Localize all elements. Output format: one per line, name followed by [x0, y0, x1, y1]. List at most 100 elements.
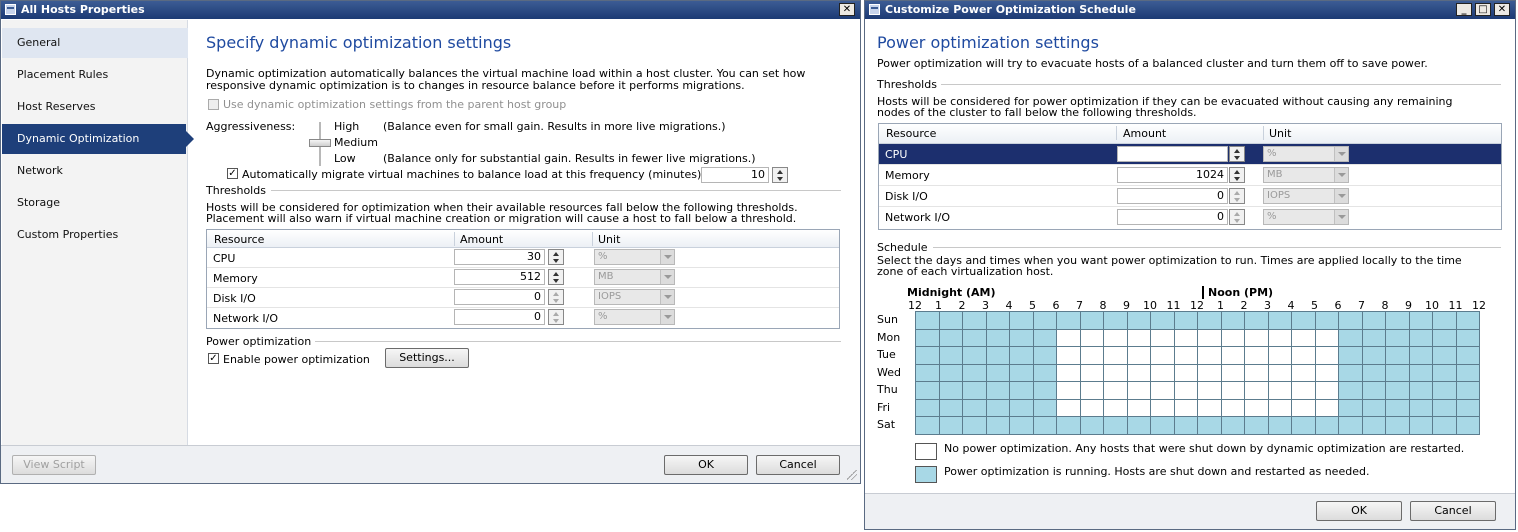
- schedule-cell[interactable]: [1032, 311, 1057, 330]
- schedule-cell[interactable]: [1126, 381, 1151, 400]
- schedule-cell[interactable]: [1056, 363, 1081, 382]
- schedule-cell[interactable]: [1267, 328, 1292, 347]
- schedule-cell[interactable]: [1338, 328, 1363, 347]
- schedule-cell[interactable]: [1267, 311, 1292, 330]
- schedule-cell[interactable]: [1338, 311, 1363, 330]
- schedule-cell[interactable]: [915, 381, 940, 400]
- frequency-input[interactable]: 10: [701, 167, 769, 183]
- table-row[interactable]: Network I/O 0 %: [879, 207, 1501, 228]
- schedule-cell[interactable]: [1244, 311, 1269, 330]
- schedule-cell[interactable]: [1291, 381, 1316, 400]
- schedule-cell[interactable]: [1009, 311, 1034, 330]
- amount-input[interactable]: 1024: [1117, 167, 1228, 183]
- schedule-cell[interactable]: [1056, 398, 1081, 417]
- amount-input[interactable]: 512: [454, 269, 545, 285]
- schedule-cell[interactable]: [1103, 311, 1128, 330]
- schedule-cell[interactable]: [1220, 398, 1245, 417]
- schedule-cell[interactable]: [1009, 363, 1034, 382]
- schedule-cell[interactable]: [1267, 416, 1292, 435]
- schedule-cell[interactable]: [1032, 381, 1057, 400]
- schedule-cell[interactable]: [1126, 311, 1151, 330]
- schedule-cell[interactable]: [1338, 363, 1363, 382]
- unit-select[interactable]: MB: [594, 269, 675, 285]
- schedule-cell[interactable]: [938, 311, 963, 330]
- table-row[interactable]: CPU 30 %: [207, 248, 839, 268]
- schedule-cell[interactable]: [1455, 346, 1480, 365]
- amount-input[interactable]: 0: [1117, 188, 1228, 204]
- schedule-cell[interactable]: [1361, 398, 1386, 417]
- left-titlebar[interactable]: All Hosts Properties ✕: [1, 1, 860, 19]
- view-script-button[interactable]: View Script: [12, 455, 96, 475]
- amount-input[interactable]: 30: [454, 249, 545, 265]
- schedule-cell[interactable]: [1220, 381, 1245, 400]
- schedule-cell[interactable]: [1103, 416, 1128, 435]
- schedule-cell[interactable]: [938, 346, 963, 365]
- schedule-cell[interactable]: [1197, 381, 1222, 400]
- schedule-cell[interactable]: [1408, 346, 1433, 365]
- schedule-cell[interactable]: [1079, 311, 1104, 330]
- cancel-button[interactable]: Cancel: [756, 455, 840, 475]
- schedule-cell[interactable]: [938, 416, 963, 435]
- right-titlebar[interactable]: Customize Power Optimization Schedule _ …: [865, 1, 1515, 19]
- schedule-cell[interactable]: [1314, 381, 1339, 400]
- schedule-cell[interactable]: [1197, 398, 1222, 417]
- enable-power-checkbox[interactable]: ✓: [208, 353, 219, 364]
- schedule-cell[interactable]: [1267, 381, 1292, 400]
- schedule-cell[interactable]: [1244, 328, 1269, 347]
- nav-host-reserves[interactable]: Host Reserves: [2, 92, 188, 122]
- nav-dynamic-optimization[interactable]: Dynamic Optimization: [2, 124, 194, 154]
- unit-select[interactable]: IOPS: [594, 289, 675, 305]
- schedule-cell[interactable]: [1197, 346, 1222, 365]
- schedule-cell[interactable]: [1408, 381, 1433, 400]
- schedule-cell[interactable]: [1338, 381, 1363, 400]
- schedule-cell[interactable]: [985, 311, 1010, 330]
- schedule-cell[interactable]: [1361, 416, 1386, 435]
- schedule-cell[interactable]: [1455, 328, 1480, 347]
- amount-input[interactable]: 0: [1117, 209, 1228, 225]
- schedule-cell[interactable]: [1009, 328, 1034, 347]
- schedule-cell[interactable]: [1314, 416, 1339, 435]
- schedule-cell[interactable]: [985, 381, 1010, 400]
- schedule-cell[interactable]: [985, 328, 1010, 347]
- schedule-cell[interactable]: [1079, 328, 1104, 347]
- nav-custom-properties[interactable]: Custom Properties: [2, 220, 188, 250]
- resize-grip-icon[interactable]: [847, 470, 857, 480]
- schedule-cell[interactable]: [1173, 398, 1198, 417]
- schedule-cell[interactable]: [1220, 311, 1245, 330]
- schedule-cell[interactable]: [1173, 346, 1198, 365]
- schedule-cell[interactable]: [1291, 311, 1316, 330]
- nav-network[interactable]: Network: [2, 156, 188, 186]
- nav-placement-rules[interactable]: Placement Rules: [2, 60, 188, 90]
- table-row[interactable]: Memory 1024 MB: [879, 165, 1501, 186]
- schedule-cell[interactable]: [1220, 346, 1245, 365]
- schedule-cell[interactable]: [1267, 398, 1292, 417]
- schedule-cell[interactable]: [915, 346, 940, 365]
- minimize-icon[interactable]: _: [1456, 3, 1472, 16]
- schedule-cell[interactable]: [1244, 381, 1269, 400]
- schedule-cell[interactable]: [1032, 328, 1057, 347]
- use-parent-checkbox[interactable]: [208, 99, 219, 110]
- schedule-cell[interactable]: [962, 381, 987, 400]
- amount-input[interactable]: 0: [454, 309, 545, 325]
- schedule-cell[interactable]: [1361, 328, 1386, 347]
- schedule-cell[interactable]: [1173, 416, 1198, 435]
- schedule-cell[interactable]: [962, 363, 987, 382]
- schedule-cell[interactable]: [1173, 363, 1198, 382]
- schedule-cell[interactable]: [1455, 381, 1480, 400]
- nav-storage[interactable]: Storage: [2, 188, 188, 218]
- schedule-cell[interactable]: [1126, 363, 1151, 382]
- unit-select[interactable]: %: [1263, 209, 1349, 225]
- schedule-cell[interactable]: [938, 328, 963, 347]
- schedule-cell[interactable]: [1432, 416, 1457, 435]
- schedule-cell[interactable]: [1244, 346, 1269, 365]
- schedule-cell[interactable]: [1385, 311, 1410, 330]
- slider-thumb[interactable]: [309, 139, 331, 147]
- amount-spinner[interactable]: [548, 309, 564, 325]
- table-row[interactable]: Disk I/O 0 IOPS: [879, 186, 1501, 207]
- schedule-cell[interactable]: [1291, 398, 1316, 417]
- schedule-cell[interactable]: [1173, 328, 1198, 347]
- schedule-cell[interactable]: [1103, 363, 1128, 382]
- schedule-cell[interactable]: [1455, 398, 1480, 417]
- schedule-cell[interactable]: [1079, 381, 1104, 400]
- schedule-cell[interactable]: [1338, 346, 1363, 365]
